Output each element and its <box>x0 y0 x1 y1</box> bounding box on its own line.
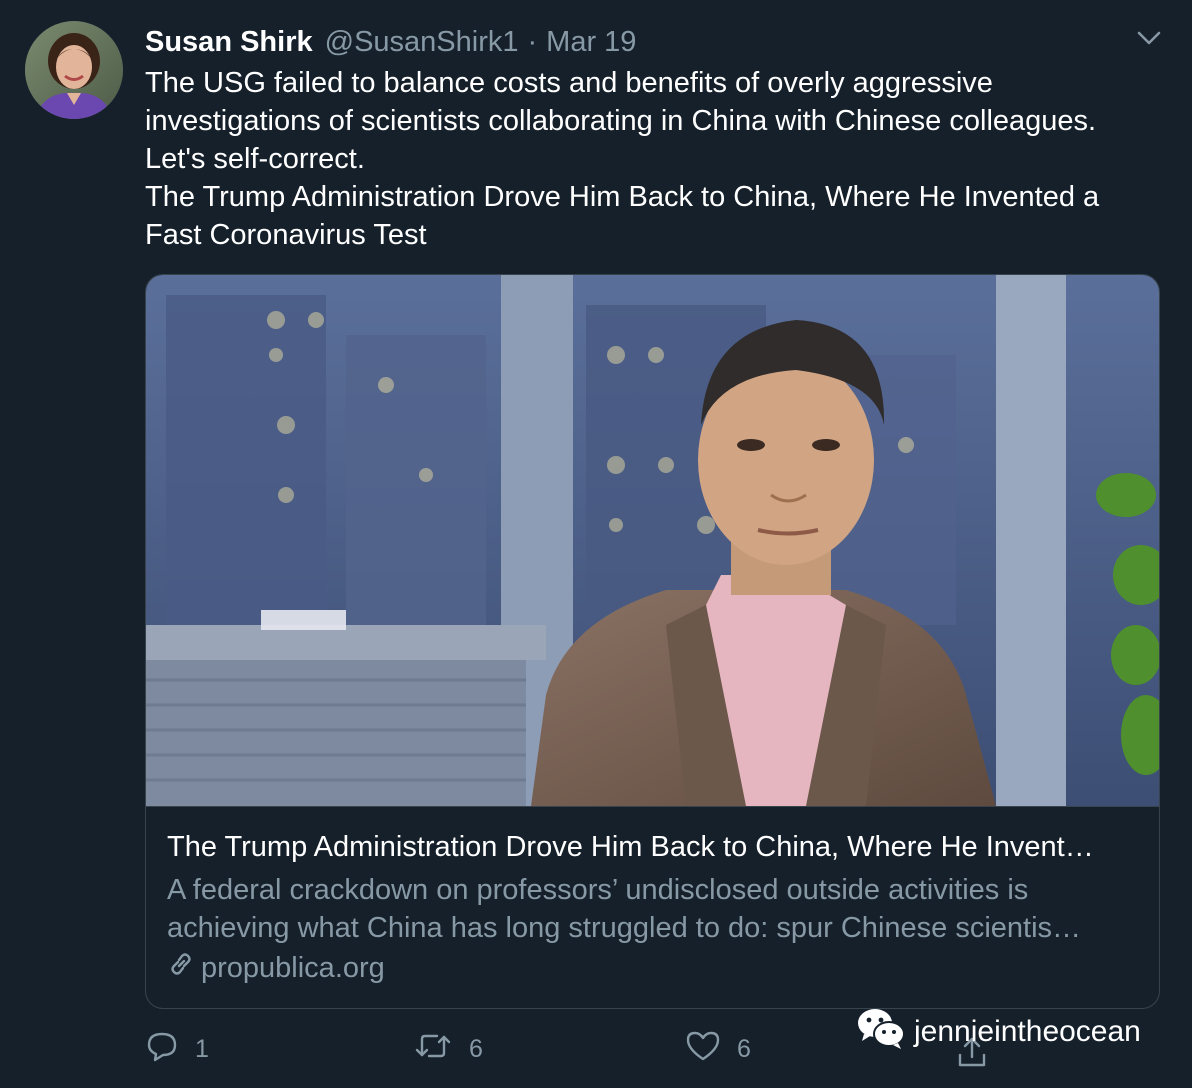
retweet-button[interactable]: 6 <box>413 1028 483 1070</box>
tweet-text-line: Fast Coronavirus Test <box>145 219 427 251</box>
tweet-text: The USG failed to balance costs and bene… <box>145 64 1175 254</box>
tweet-date[interactable]: Mar 19 <box>546 26 636 59</box>
author-handle[interactable]: @SusanShirk1 <box>325 26 519 59</box>
wechat-icon <box>856 1006 914 1058</box>
tweet-text-line: Let's self-correct. <box>145 143 365 175</box>
tweet-text-line: The USG failed to balance costs and bene… <box>145 67 993 99</box>
card-description-line: achieving what China has long struggled … <box>167 912 1082 944</box>
like-button[interactable]: 6 <box>685 1028 751 1070</box>
card-domain-text: propublica.org <box>201 951 385 984</box>
card-divider <box>146 806 1159 807</box>
chevron-down-icon[interactable] <box>1134 26 1164 50</box>
reply-count: 1 <box>195 1034 209 1063</box>
heart-icon <box>685 1029 721 1070</box>
link-icon <box>167 950 201 986</box>
retweet-count: 6 <box>469 1034 483 1063</box>
link-card[interactable]: The Trump Administration Drove Him Back … <box>145 274 1160 1009</box>
reply-icon <box>145 1029 179 1070</box>
watermark: jennieintheocean <box>856 1008 1141 1056</box>
tweet-text-line: The Trump Administration Drove Him Back … <box>145 181 1100 213</box>
card-description-line: A federal crackdown on professors’ undis… <box>167 874 1029 906</box>
card-title[interactable]: The Trump Administration Drove Him Back … <box>167 828 1142 866</box>
avatar[interactable] <box>25 21 123 119</box>
tweet-text-line: investigations of scientists collaborati… <box>145 105 1097 137</box>
like-count: 6 <box>737 1034 751 1063</box>
watermark-text: jennieintheocean <box>914 1015 1141 1048</box>
tweet[interactable]: Susan Shirk @SusanShirk1 · Mar 19 The US… <box>0 0 1192 1088</box>
card-image <box>146 275 1159 806</box>
card-domain[interactable]: propublica.org <box>167 949 385 987</box>
tweet-header: Susan Shirk @SusanShirk1 · Mar 19 <box>145 22 636 62</box>
author-name[interactable]: Susan Shirk <box>145 26 313 59</box>
retweet-icon <box>413 1029 453 1070</box>
avatar-image <box>25 21 123 119</box>
header-separator: · <box>527 25 538 58</box>
card-description: A federal crackdown on professors’ undis… <box>167 871 1142 947</box>
reply-button[interactable]: 1 <box>145 1028 209 1070</box>
